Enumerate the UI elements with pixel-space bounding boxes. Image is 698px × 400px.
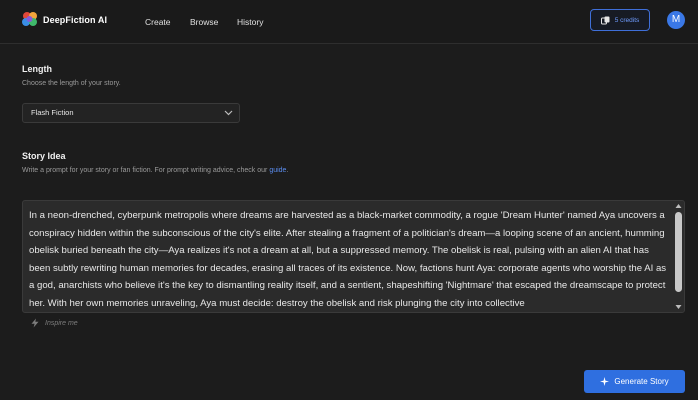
story-idea-hint: Write a prompt for your story or fan fic… [22, 167, 288, 174]
generate-story-label: Generate Story [614, 377, 669, 386]
story-idea-hint-text: Write a prompt for your story or fan fic… [22, 167, 268, 174]
textarea-scrollbar[interactable] [672, 201, 684, 312]
scroll-up-arrow-icon[interactable] [675, 203, 682, 209]
guide-link[interactable]: guide [269, 167, 286, 174]
user-avatar[interactable]: M [667, 11, 685, 29]
brain-logo-icon [22, 12, 37, 26]
length-select[interactable]: Flash Fiction [22, 103, 240, 123]
coins-icon [600, 16, 610, 24]
credits-label: 5 credits [614, 16, 640, 24]
scrollbar-thumb[interactable] [675, 212, 682, 292]
chevron-down-icon [224, 110, 233, 116]
inspire-me-button[interactable]: Inspire me [30, 318, 78, 328]
length-title: Length [22, 64, 52, 74]
credits-button[interactable]: 5 credits [590, 9, 650, 31]
story-idea-text[interactable]: In a neon-drenched, cyberpunk metropolis… [29, 207, 669, 312]
story-idea-hint-suffix: . [286, 167, 289, 174]
nav-history[interactable]: History [237, 17, 263, 27]
nav-browse[interactable]: Browse [190, 17, 218, 27]
story-idea-title: Story Idea [22, 151, 66, 161]
app-name: DeepFiction AI [43, 15, 108, 25]
lightning-icon [31, 318, 39, 328]
sparkle-icon [600, 377, 610, 386]
length-hint: Choose the length of your story. [22, 80, 121, 87]
length-selected-value: Flash Fiction [31, 108, 74, 117]
generate-story-button[interactable]: Generate Story [584, 370, 685, 393]
scroll-down-arrow-icon[interactable] [675, 304, 682, 310]
top-nav-bar: DeepFiction AI Create Browse History 5 c… [0, 0, 698, 44]
inspire-me-label: Inspire me [45, 319, 78, 327]
story-idea-textarea[interactable]: In a neon-drenched, cyberpunk metropolis… [22, 200, 685, 313]
app-logo[interactable]: DeepFiction AI [22, 11, 107, 29]
nav-create[interactable]: Create [145, 17, 171, 27]
